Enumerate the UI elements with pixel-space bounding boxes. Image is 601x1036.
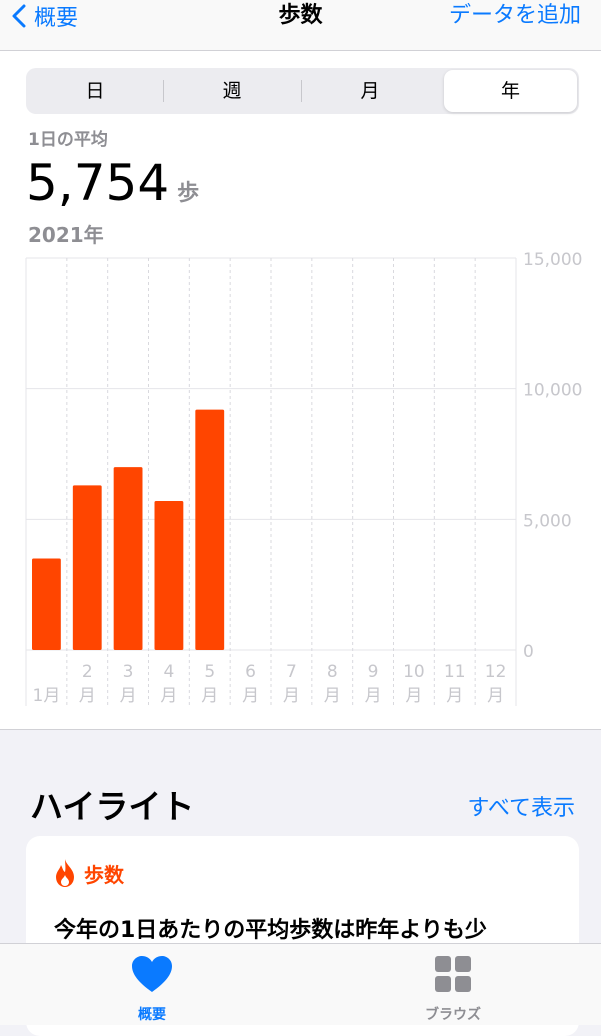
segment-day[interactable]: 日 xyxy=(28,70,162,112)
average-value-row: 5,754 歩 xyxy=(26,151,199,226)
x-tick-label: 1月 xyxy=(33,686,61,706)
x-tick-label: 4 xyxy=(164,662,175,682)
grid-icon xyxy=(435,956,471,992)
segment-divider xyxy=(301,80,302,102)
bar-5月 xyxy=(195,409,225,650)
steps-bar-chart[interactable]: 0 5,000 10,000 15,000 1月 2 月 3 月 4 月 5 月 6 月 7 月 8 月 9 月 10 月 1… xyxy=(0,251,601,763)
period-label: 2021年 xyxy=(28,223,104,247)
x-tick-label: 10 xyxy=(403,662,425,682)
x-tick-unit: 月 xyxy=(79,686,96,706)
highlight-card-title: 歩数 xyxy=(84,862,124,887)
tab-summary-label: 概要 xyxy=(138,1007,166,1023)
navigation-bar: 概要 歩数 データを追加 xyxy=(0,0,601,51)
x-tick-label: 12 xyxy=(485,662,507,682)
x-tick-label: 6 xyxy=(245,662,256,682)
add-data-button[interactable]: データを追加 xyxy=(449,0,581,32)
y-tick-label: 10,000 xyxy=(523,381,582,401)
period-segmented-control: 日 週 月 年 xyxy=(26,68,579,114)
tab-summary[interactable]: 概要 xyxy=(92,954,212,1024)
bar-4月 xyxy=(154,501,184,650)
chart-card: 日 週 月 年 1日の平均 5,754 歩 2021年 0 5,000 10,000 1… xyxy=(0,51,601,730)
x-tick-label: 7 xyxy=(286,662,297,682)
x-tick-unit: 月 xyxy=(201,686,218,706)
x-tick-unit: 月 xyxy=(446,686,463,706)
x-tick-unit: 月 xyxy=(283,686,300,706)
flame-icon xyxy=(56,859,74,887)
average-unit: 歩 xyxy=(177,181,200,206)
highlights-heading: ハイライト xyxy=(30,787,195,826)
x-tick-unit: 月 xyxy=(160,686,177,706)
x-tick-label: 2 xyxy=(82,662,93,682)
y-tick-label: 15,000 xyxy=(523,251,582,270)
tab-bar: 概要 ブラウズ xyxy=(0,943,601,1025)
bar-2月 xyxy=(72,485,102,650)
segment-month[interactable]: 月 xyxy=(303,70,437,112)
x-tick-unit: 月 xyxy=(487,686,504,706)
x-tick-unit: 月 xyxy=(120,686,137,706)
heart-icon xyxy=(132,956,172,992)
tab-browse[interactable]: ブラウズ xyxy=(393,954,513,1024)
average-value: 5,754 xyxy=(26,154,170,212)
show-all-link[interactable]: すべて表示 xyxy=(467,790,575,822)
x-tick-label: 8 xyxy=(327,662,338,682)
x-tick-unit: 月 xyxy=(405,686,422,706)
x-tick-label: 11 xyxy=(444,662,466,682)
segment-year[interactable]: 年 xyxy=(444,70,577,112)
highlight-card-header: 歩数 xyxy=(54,858,124,888)
bar-1月 xyxy=(32,558,61,650)
x-tick-unit: 月 xyxy=(242,686,259,706)
segment-divider xyxy=(163,80,164,102)
bar-3月 xyxy=(113,467,143,650)
x-tick-label: 9 xyxy=(368,662,379,682)
highlight-card-text: 今年の1日あたりの平均歩数は昨年よりも少 xyxy=(54,918,487,943)
y-tick-label: 5,000 xyxy=(523,511,572,531)
y-tick-label: 0 xyxy=(523,642,534,662)
tab-browse-label: ブラウズ xyxy=(425,1007,481,1023)
average-label: 1日の平均 xyxy=(28,130,108,150)
x-tick-label: 3 xyxy=(123,662,134,682)
segment-week[interactable]: 週 xyxy=(165,70,299,112)
x-tick-unit: 月 xyxy=(324,686,341,706)
x-tick-label: 5 xyxy=(204,662,215,682)
x-tick-unit: 月 xyxy=(365,686,382,706)
